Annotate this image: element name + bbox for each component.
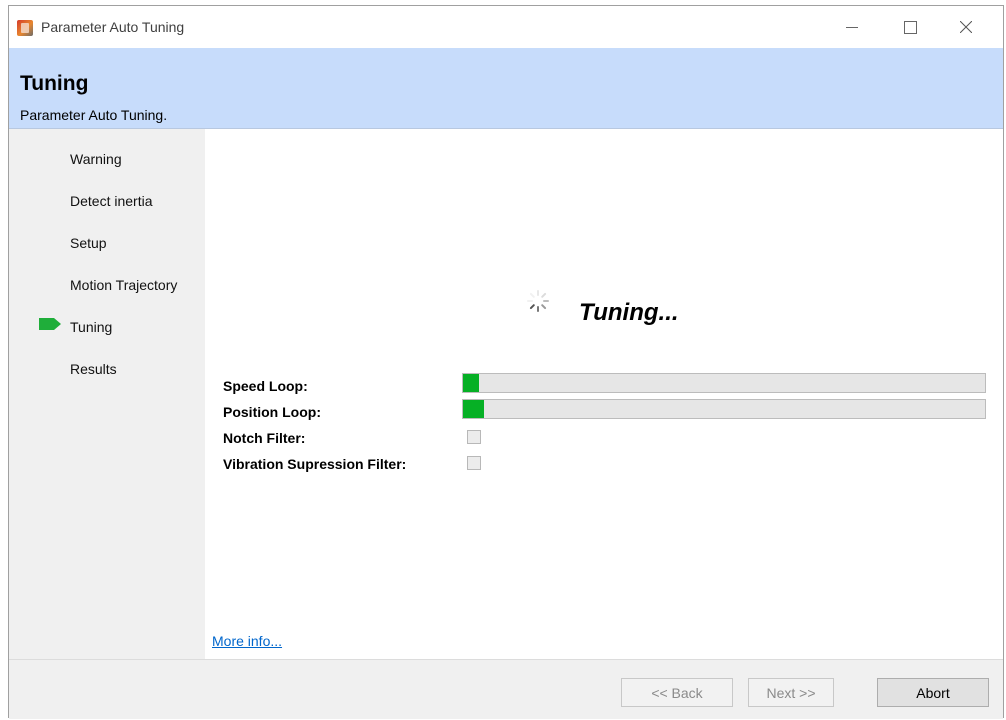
step-warning: Warning [70, 151, 122, 167]
maximize-button[interactable] [887, 6, 933, 48]
app-icon [17, 20, 33, 36]
title-bar[interactable]: Parameter Auto Tuning [9, 6, 1003, 48]
close-icon [960, 21, 972, 33]
step-setup: Setup [70, 235, 107, 251]
window-title: Parameter Auto Tuning [41, 19, 185, 35]
header-subtitle: Parameter Auto Tuning. [20, 107, 168, 123]
maximize-icon [903, 20, 917, 34]
close-button[interactable] [943, 6, 989, 48]
abort-button[interactable]: Abort [877, 678, 989, 707]
tuning-status-label: Tuning... [579, 299, 679, 326]
header-title: Tuning [20, 72, 89, 95]
wizard-footer: << Back Next >> Abort [9, 659, 1003, 719]
step-tuning: Tuning [70, 319, 113, 335]
speed-loop-progress-fill [463, 374, 479, 392]
minimize-button[interactable] [829, 6, 875, 48]
notch-filter-label: Notch Filter: [223, 430, 306, 446]
back-button[interactable]: << Back [621, 678, 733, 707]
tuning-content: Tuning... Speed Loop: Position Loop: Not… [205, 129, 1003, 659]
notch-filter-checkbox [467, 430, 481, 444]
step-motion-trajectory: Motion Trajectory [70, 277, 178, 293]
parameter-auto-tuning-window: Parameter Auto Tuning Tuning Parameter A… [8, 5, 1004, 719]
wizard-header: Tuning Parameter Auto Tuning. [9, 48, 1003, 129]
position-loop-progress [462, 399, 986, 419]
step-detect-inertia: Detect inertia [70, 193, 153, 209]
loading-spinner-icon [527, 290, 549, 312]
more-info-link[interactable]: More info... [212, 633, 282, 649]
position-loop-label: Position Loop: [223, 404, 321, 420]
speed-loop-progress [462, 373, 986, 393]
vibration-supression-filter-checkbox [467, 456, 481, 470]
wizard-steps-sidebar: Warning Detect inertia Setup Motion Traj… [9, 129, 205, 659]
minimize-icon [846, 26, 858, 28]
next-button[interactable]: Next >> [748, 678, 834, 707]
position-loop-progress-fill [463, 400, 484, 418]
speed-loop-label: Speed Loop: [223, 378, 308, 394]
current-step-arrow-icon [39, 318, 61, 330]
step-results: Results [70, 361, 117, 377]
vibration-supression-filter-label: Vibration Supression Filter: [223, 456, 407, 472]
